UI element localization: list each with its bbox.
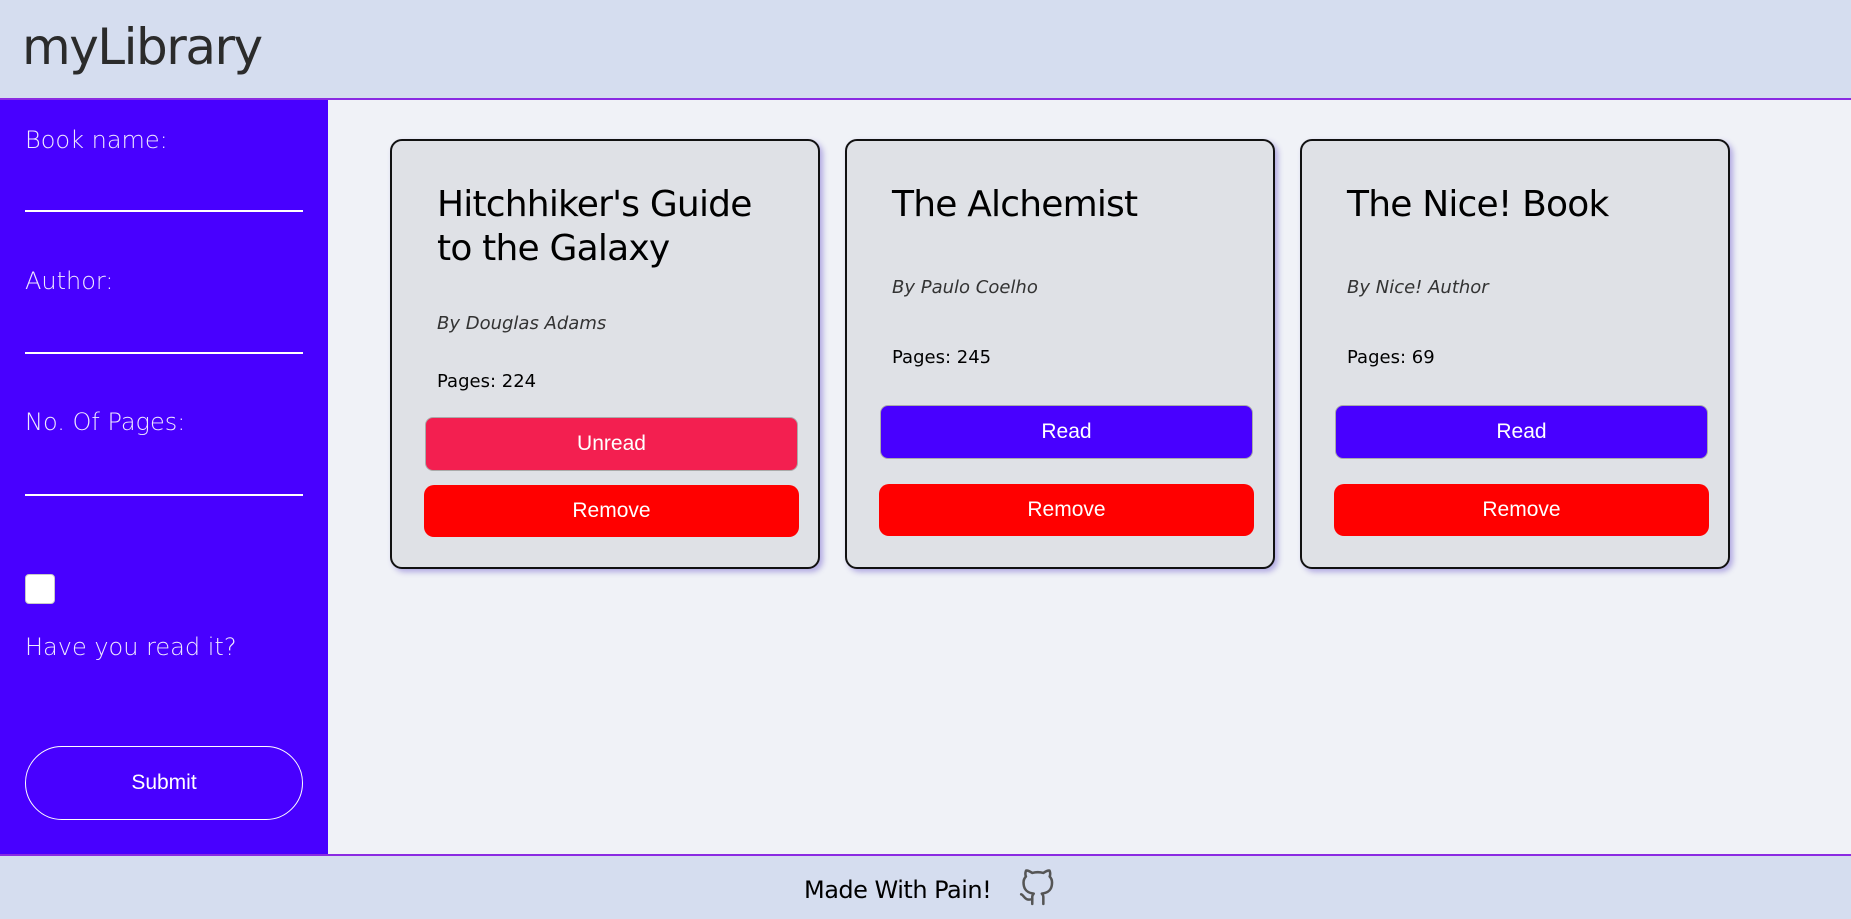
read-checkbox-label: Have you read it? (25, 633, 237, 661)
add-book-form: Book name: Author: No. Of Pages: Have yo… (0, 100, 328, 855)
submit-button[interactable]: Submit (25, 746, 303, 820)
book-pages: Pages: 245 (892, 347, 992, 368)
app-header: myLibrary (0, 0, 1851, 100)
book-author: By Douglas Adams (437, 313, 607, 334)
book-author: By Paulo Coelho (892, 277, 1038, 298)
book-grid: Hitchhiker's Guide to the Galaxy By Doug… (328, 100, 1851, 855)
book-pages: Pages: 224 (437, 371, 537, 392)
book-title: The Nice! Book (1347, 184, 1609, 225)
toggle-read-button[interactable]: Read (880, 405, 1253, 459)
github-icon (1019, 869, 1054, 906)
remove-button[interactable]: Remove (1334, 484, 1709, 536)
toggle-read-button[interactable]: Unread (425, 417, 798, 471)
remove-button[interactable]: Remove (424, 485, 799, 537)
author-input[interactable] (25, 318, 303, 354)
footer-text: Made With Pain! (804, 876, 992, 904)
book-card: The Nice! Book By Nice! Author Pages: 69… (1300, 139, 1730, 569)
book-title: Hitchhiker's Guide to the Galaxy (437, 184, 752, 269)
book-author: By Nice! Author (1347, 277, 1489, 298)
app-footer: Made With Pain! (0, 854, 1851, 919)
github-link[interactable] (1018, 869, 1056, 907)
remove-button[interactable]: Remove (879, 484, 1254, 536)
pages-input[interactable] (25, 460, 303, 496)
book-title: The Alchemist (892, 184, 1138, 225)
read-checkbox[interactable] (25, 574, 55, 604)
book-card: The Alchemist By Paulo Coelho Pages: 245… (845, 139, 1275, 569)
app-title: myLibrary (22, 18, 263, 76)
author-label: Author: (25, 267, 114, 295)
pages-label: No. Of Pages: (25, 408, 186, 436)
book-card: Hitchhiker's Guide to the Galaxy By Doug… (390, 139, 820, 569)
book-name-label: Book name: (25, 126, 168, 154)
book-pages: Pages: 69 (1347, 347, 1435, 368)
toggle-read-button[interactable]: Read (1335, 405, 1708, 459)
book-name-input[interactable] (25, 176, 303, 212)
